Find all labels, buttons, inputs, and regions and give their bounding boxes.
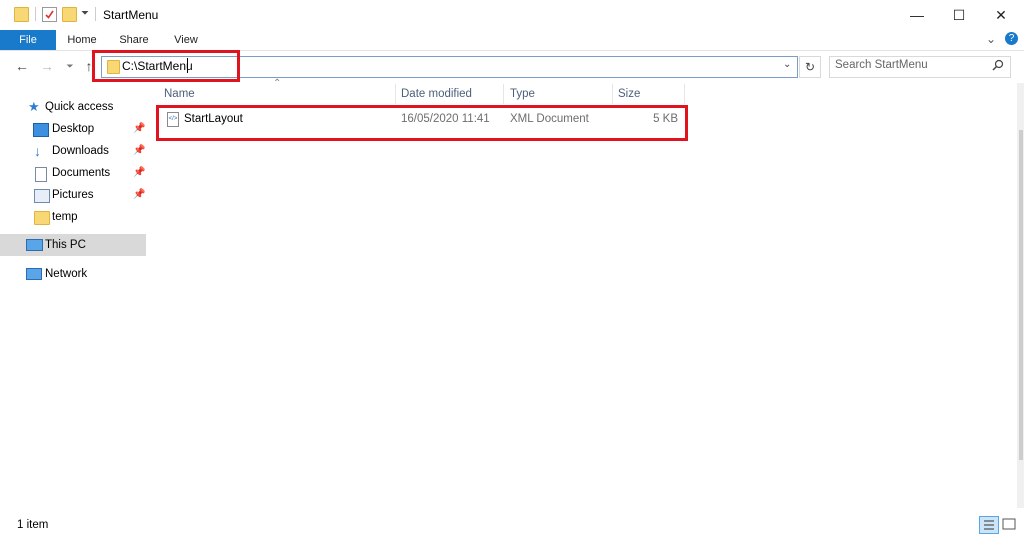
recent-locations-icon[interactable]: ⏷ bbox=[61, 58, 79, 74]
properties-icon[interactable] bbox=[42, 7, 57, 22]
pin-icon[interactable]: 📌 bbox=[133, 162, 145, 184]
nav-label: This PC bbox=[45, 239, 86, 251]
address-dropdown-icon[interactable]: ⌄ bbox=[783, 59, 791, 70]
nav-label: Desktop bbox=[52, 123, 95, 135]
star-icon: ★ bbox=[28, 99, 40, 114]
separator bbox=[95, 7, 96, 21]
computer-icon bbox=[26, 239, 43, 251]
nav-label: Quick access bbox=[45, 101, 114, 113]
forward-arrow-icon[interactable]: → bbox=[38, 58, 56, 74]
column-separator[interactable] bbox=[612, 84, 613, 104]
tab-file[interactable]: File bbox=[0, 30, 56, 50]
nav-this-pc[interactable]: This PC bbox=[0, 234, 146, 256]
nav-item-pictures[interactable]: Pictures 📌 bbox=[0, 184, 146, 206]
tab-view[interactable]: View bbox=[164, 30, 208, 50]
column-header-type[interactable]: Type bbox=[510, 84, 610, 104]
nav-item-documents[interactable]: Documents 📌 bbox=[0, 162, 146, 184]
status-item-count: 1 item bbox=[17, 519, 49, 531]
nav-quick-access[interactable]: ★ Quick access bbox=[0, 96, 146, 118]
details-view-icon[interactable] bbox=[979, 516, 999, 534]
nav-label: temp bbox=[52, 211, 78, 223]
nav-item-temp[interactable]: temp bbox=[0, 206, 146, 228]
refresh-icon[interactable]: ↻ bbox=[799, 56, 821, 78]
large-icons-view-icon[interactable] bbox=[1001, 517, 1017, 531]
column-separator[interactable] bbox=[395, 84, 396, 104]
help-icon[interactable]: ? bbox=[1005, 32, 1018, 45]
nav-network[interactable]: Network bbox=[0, 263, 146, 285]
expand-ribbon-icon[interactable]: ⌄ bbox=[986, 32, 996, 46]
column-header-date[interactable]: Date modified bbox=[401, 84, 501, 104]
pin-icon[interactable]: 📌 bbox=[133, 184, 145, 206]
folder-icon bbox=[14, 7, 29, 22]
desktop-icon bbox=[33, 123, 49, 137]
documents-icon bbox=[35, 167, 47, 182]
separator bbox=[35, 7, 36, 21]
nav-item-downloads[interactable]: ↓ Downloads 📌 bbox=[0, 140, 146, 162]
nav-label: Pictures bbox=[52, 189, 94, 201]
tab-share[interactable]: Share bbox=[112, 30, 156, 50]
address-highlight bbox=[92, 50, 240, 82]
minimize-button[interactable]: — bbox=[894, 0, 940, 30]
nav-label: Network bbox=[45, 268, 88, 280]
column-separator[interactable] bbox=[684, 84, 685, 104]
close-button[interactable]: ✕ bbox=[978, 0, 1024, 30]
file-row-highlight bbox=[156, 105, 688, 141]
search-icon[interactable] bbox=[992, 59, 1004, 74]
nav-label: Documents bbox=[52, 167, 111, 179]
search-placeholder[interactable]: Search StartMenu bbox=[835, 59, 928, 71]
window-title: StartMenu bbox=[103, 8, 159, 22]
nav-item-desktop[interactable]: Desktop 📌 bbox=[0, 118, 146, 140]
tab-home[interactable]: Home bbox=[60, 30, 104, 50]
customize-quick-access-icon[interactable]: ⏷ bbox=[81, 8, 89, 19]
column-header-name[interactable]: Name bbox=[164, 84, 394, 104]
pin-icon[interactable]: 📌 bbox=[133, 140, 145, 162]
download-icon: ↓ bbox=[34, 143, 41, 159]
pin-icon[interactable]: 📌 bbox=[133, 118, 145, 140]
nav-label: Downloads bbox=[52, 145, 109, 157]
pictures-icon bbox=[34, 189, 50, 203]
column-header-size[interactable]: Size bbox=[618, 84, 678, 104]
column-separator[interactable] bbox=[503, 84, 504, 104]
new-folder-icon[interactable] bbox=[62, 7, 77, 22]
back-arrow-icon[interactable]: ← bbox=[13, 58, 31, 74]
network-icon bbox=[26, 268, 42, 280]
scrollbar-thumb[interactable] bbox=[1019, 130, 1023, 460]
folder-icon bbox=[34, 211, 50, 225]
maximize-button[interactable]: ☐ bbox=[936, 0, 982, 30]
